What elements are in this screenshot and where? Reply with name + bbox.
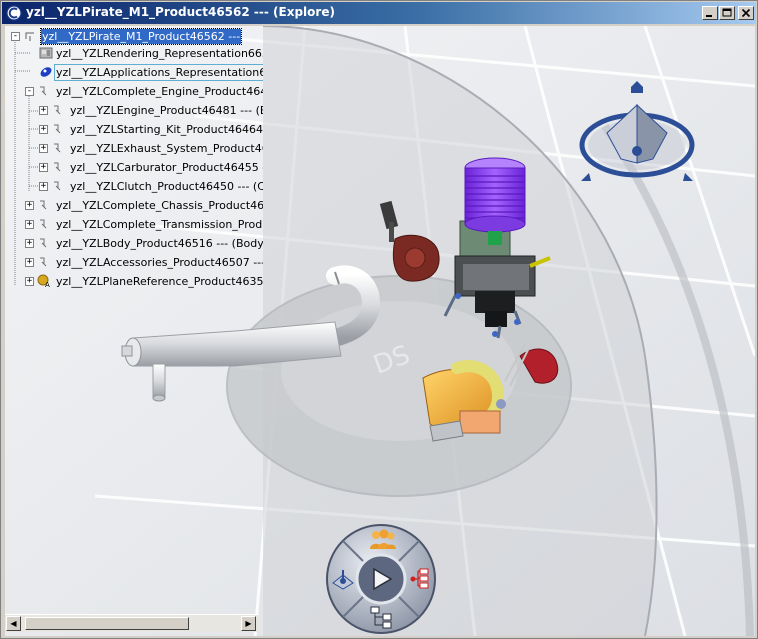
tree-node[interactable]: + yzl__YZLExhaust_System_Product464 [5, 140, 263, 157]
product-icon [51, 103, 65, 117]
users-icon[interactable] [367, 527, 397, 553]
rendering-icon [39, 46, 53, 60]
expand-button[interactable]: + [39, 125, 48, 134]
maximize-button[interactable] [719, 6, 735, 20]
app-logo-icon [6, 5, 22, 21]
product-icon [51, 122, 65, 136]
collapse-button[interactable]: - [11, 32, 20, 41]
applications-icon [39, 65, 53, 79]
tree-red-icon[interactable] [409, 565, 433, 593]
compass-icon[interactable] [575, 81, 700, 191]
scroll-left-button[interactable]: ◀ [6, 616, 21, 631]
product-icon [51, 160, 65, 174]
close-button[interactable] [738, 6, 754, 20]
plane-reference-icon: A [37, 274, 51, 289]
expand-button[interactable]: + [25, 258, 34, 267]
tree-node[interactable]: + yzl__YZLComplete_Chassis_Product4654 [5, 197, 263, 214]
product-icon [37, 198, 51, 212]
window-title: yzl__YZLPirate_M1_Product46562 --- (Expl… [26, 5, 335, 19]
tree-node-label[interactable]: yzl__YZLExhaust_System_Product464 [69, 141, 263, 156]
tree-icon[interactable] [369, 605, 395, 629]
product-icon [51, 141, 65, 155]
tree-node[interactable]: - yzl__YZLComplete_Engine_Product46482 [5, 83, 263, 100]
tree-horizontal-scrollbar[interactable]: ◀ ▶ [5, 614, 259, 632]
tree-node-label[interactable]: yzl__YZLAccessories_Product46507 --- (A [55, 255, 263, 270]
tree-node[interactable]: yzl__YZLApplications_Representation664 [5, 64, 263, 81]
expand-button[interactable]: + [25, 201, 34, 210]
product-icon [37, 217, 51, 231]
svg-text:A: A [45, 281, 50, 288]
tree-node[interactable]: + yzl__YZLStarting_Kit_Product46464 -- [5, 121, 263, 138]
scroll-right-button[interactable]: ▶ [241, 616, 256, 631]
tree-node-label[interactable]: yzl__YZLApplications_Representation664 [53, 64, 263, 81]
view-icon[interactable] [330, 567, 356, 593]
3d-viewport[interactable]: DS - yzl__YZLPirate_M1_Product46562 --- … [5, 26, 755, 636]
maximize-icon [722, 8, 732, 17]
product-icon [37, 84, 51, 98]
expand-button[interactable]: + [39, 182, 48, 191]
product-icon [37, 236, 51, 250]
tree-node[interactable]: + yzl__YZLEngine_Product46481 --- (En [5, 102, 263, 119]
tree-node-label[interactable]: yzl__YZLPirate_M1_Product46562 --- [39, 28, 243, 45]
product-icon [37, 255, 51, 269]
expand-button[interactable]: + [25, 277, 34, 286]
tree-node-label[interactable]: yzl__YZLBody_Product46516 --- (Body.1 [55, 236, 263, 251]
minimize-button[interactable] [702, 6, 718, 20]
minimize-icon [706, 15, 712, 17]
tree-node-label[interactable]: yzl__YZLCarburator_Product46455 --- [69, 160, 263, 175]
collapse-button[interactable]: - [25, 87, 34, 96]
tree-node[interactable]: yzl__YZLRendering_Representation6639 [5, 45, 263, 62]
app-window: yzl__YZLPirate_M1_Product46562 --- (Expl… [0, 0, 758, 639]
expand-button[interactable]: + [25, 220, 34, 229]
tree-node[interactable]: + yzl__YZLBody_Product46516 --- (Body.1 [5, 235, 263, 252]
tree-node-label[interactable]: yzl__YZLEngine_Product46481 --- (En [69, 103, 263, 118]
tree-node[interactable]: + yzl__YZLAccessories_Product46507 --- (A [5, 254, 263, 271]
tree-node-label[interactable]: yzl__YZLComplete_Chassis_Product4654 [55, 198, 263, 213]
play-icon[interactable] [366, 564, 396, 594]
tree-node[interactable]: - yzl__YZLPirate_M1_Product46562 --- [5, 28, 263, 45]
close-icon [741, 8, 751, 18]
tree-node-label[interactable]: yzl__YZLPlaneReference_Product46351 - [55, 274, 263, 289]
tree-node-label[interactable]: yzl__YZLStarting_Kit_Product46464 -- [69, 122, 263, 137]
scroll-thumb[interactable] [25, 617, 189, 630]
expand-button[interactable]: + [39, 144, 48, 153]
tree-node-label[interactable]: yzl__YZLComplete_Transmission_Product [55, 217, 263, 232]
product-icon [51, 179, 65, 193]
tree-node-label[interactable]: yzl__YZLRendering_Representation6639 [55, 46, 263, 61]
tree-node[interactable]: + yzl__YZLCarburator_Product46455 --- [5, 159, 263, 176]
title-bar[interactable]: yzl__YZLPirate_M1_Product46562 --- (Expl… [2, 2, 756, 24]
tree-node-label[interactable]: yzl__YZLComplete_Engine_Product46482 [55, 84, 263, 99]
specification-tree[interactable]: - yzl__YZLPirate_M1_Product46562 --- yzl__… [5, 26, 263, 606]
expand-button[interactable]: + [25, 239, 34, 248]
tree-node-label[interactable]: yzl__YZLClutch_Product46450 --- (Clu [69, 179, 263, 194]
tree-node[interactable]: + yzl__YZLClutch_Product46450 --- (Clu [5, 178, 263, 195]
expand-button[interactable]: + [39, 106, 48, 115]
tree-node[interactable]: + yzl__YZLComplete_Transmission_Product [5, 216, 263, 233]
navigation-wheel[interactable] [323, 521, 441, 635]
tree-node[interactable]: + Ayzl__YZLPlaneReference_Product46351 - [5, 273, 263, 290]
product-root-icon [23, 29, 37, 43]
expand-button[interactable]: + [39, 163, 48, 172]
